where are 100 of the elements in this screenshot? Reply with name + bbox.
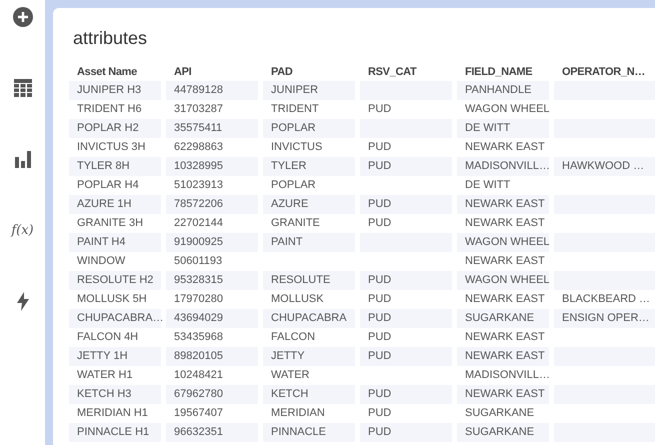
table-cell: PAINT [263, 233, 355, 252]
table-cell-text: MERIDIAN [270, 406, 326, 421]
table-cell-text: PUD [367, 102, 392, 117]
column-header[interactable]: OPERATOR_N… [554, 64, 655, 81]
table-cell-text: 19567407 [173, 406, 224, 421]
table-cell-text: SUGARKANE [464, 406, 536, 421]
table-cell: JETTY [263, 347, 355, 366]
table-cell: PINNACLE H1 [69, 423, 161, 442]
table-cell-text: PUD [367, 292, 392, 307]
table-cell-text: FALCON [270, 330, 316, 345]
column-header[interactable]: API [166, 64, 258, 81]
table-cell: KETCH [263, 385, 355, 404]
table-cell: PUD [360, 423, 452, 442]
table-cell-text: INVICTUS 3H [76, 140, 146, 155]
table-cell-text: NEWARK EAST [464, 140, 546, 155]
table-cell: AZURE [263, 195, 355, 214]
table-cell: WAGON WHEEL [457, 233, 549, 252]
table-cell: PINNACLE [263, 423, 355, 442]
table-cell: PUD [360, 195, 452, 214]
table-cell: PUD [360, 309, 452, 328]
table-cell: 10328995 [166, 157, 258, 176]
table-cell: PANHANDLE [457, 81, 549, 100]
table-cell: 91900925 [166, 233, 258, 252]
table-cell-text: 50601193 [173, 254, 224, 269]
table-cell-text: 51023913 [173, 178, 224, 193]
table-cell-text: NEWARK EAST [464, 292, 546, 307]
lightning-icon [16, 292, 28, 310]
table-cell: KETCH H3 [69, 385, 161, 404]
table-cell: WAGON WHEEL [457, 271, 549, 290]
table-cell-text: MOLLUSK [270, 292, 325, 307]
table-cell-text: 22702144 [173, 216, 224, 231]
column-header[interactable]: Asset Name [69, 64, 161, 81]
table-cell-text: PUD [367, 140, 392, 155]
table-cell: PUD [360, 347, 452, 366]
table-cell-text: MADISONVILL… [464, 368, 549, 383]
table-cell: 78572206 [166, 195, 258, 214]
table-cell: PUD [360, 271, 452, 290]
table-cell: 43694029 [166, 309, 258, 328]
table-cell: NEWARK EAST [457, 195, 549, 214]
table-cell: JUNIPER [263, 81, 355, 100]
panel-title: attributes [72, 28, 148, 49]
table-icon [14, 79, 32, 97]
table-cell-text: PUD [367, 216, 392, 231]
table-cell: JUNIPER H3 [69, 81, 161, 100]
table-cell: PAINT H4 [69, 233, 161, 252]
table-cell: AZURE 1H [69, 195, 161, 214]
table-cell-text: MOLLUSK 5H [76, 292, 148, 307]
table-cell-text: TRIDENT [270, 102, 320, 117]
column-header[interactable]: PAD [263, 64, 355, 81]
table-cell-text: WINDOW [76, 254, 126, 269]
table-cell: CHUPACABRA [263, 309, 355, 328]
table-cell-text: TRIDENT H6 [76, 102, 143, 117]
table-cell-text: 62298863 [173, 140, 224, 155]
table-cell-text: BLACKBEARD … [561, 292, 652, 307]
table-cell-text: POPLAR [270, 178, 317, 193]
table-cell: NEWARK EAST [457, 385, 549, 404]
column-header[interactable]: FIELD_NAME [457, 64, 549, 81]
table-cell: PUD [360, 157, 452, 176]
table-cell-text: PUD [367, 406, 392, 421]
table-cell-text: 10248421 [173, 368, 224, 383]
table-cell: POPLAR H2 [69, 119, 161, 138]
column-header[interactable]: RSV_CAT [360, 64, 452, 81]
table-cell: PUD [360, 385, 452, 404]
table-cell-text: GRANITE 3H [76, 216, 144, 231]
table-cell-text: WATER [270, 368, 310, 383]
table-cell: RESOLUTE [263, 271, 355, 290]
table-cell: ENSIGN OPER… [554, 309, 655, 328]
table-cell: NEWARK EAST [457, 347, 549, 366]
table-cell: TYLER [263, 157, 355, 176]
add-icon [12, 7, 32, 27]
table-cell: 44789128 [166, 81, 258, 100]
table-cell-text: NEWARK EAST [464, 330, 546, 345]
table-cell-text: 53435968 [173, 330, 224, 345]
table-cell-text: WAGON WHEEL [464, 102, 549, 117]
table-cell: MADISONVILL… [457, 157, 549, 176]
table-cell-text: WATER H1 [76, 368, 134, 383]
table-cell-text: NEWARK EAST [464, 216, 546, 231]
table-cell-text: 17970280 [173, 292, 224, 307]
table-cell-text: FALCON 4H [76, 330, 140, 345]
table-cell: 96632351 [166, 423, 258, 442]
function-button[interactable]: f(x) [8, 220, 36, 240]
table-cell-text: NEWARK EAST [464, 254, 546, 269]
table-cell: POPLAR [263, 119, 355, 138]
table-cell-text: MERIDIAN H1 [76, 406, 149, 421]
table-cell: SUGARKANE [457, 309, 549, 328]
table-cell: HAWKWOOD … [554, 157, 655, 176]
table-cell: DE WITT [457, 119, 549, 138]
table-cell: 35575411 [166, 119, 258, 138]
table-cell: 67962780 [166, 385, 258, 404]
table-cell: 89820105 [166, 347, 258, 366]
table-cell: 95328315 [166, 271, 258, 290]
table-cell-text: GRANITE [270, 216, 321, 231]
table-cell: JETTY 1H [69, 347, 161, 366]
table-cell: CHUPACABRA… [69, 309, 161, 328]
table-cell-text: PUD [367, 330, 392, 345]
table-cell-text: DE WITT [464, 178, 512, 193]
table-cell-text: INVICTUS [270, 140, 324, 155]
table-cell: RESOLUTE H2 [69, 271, 161, 290]
bar-chart-icon [14, 150, 30, 168]
table-cell-text: 31703287 [173, 102, 224, 117]
